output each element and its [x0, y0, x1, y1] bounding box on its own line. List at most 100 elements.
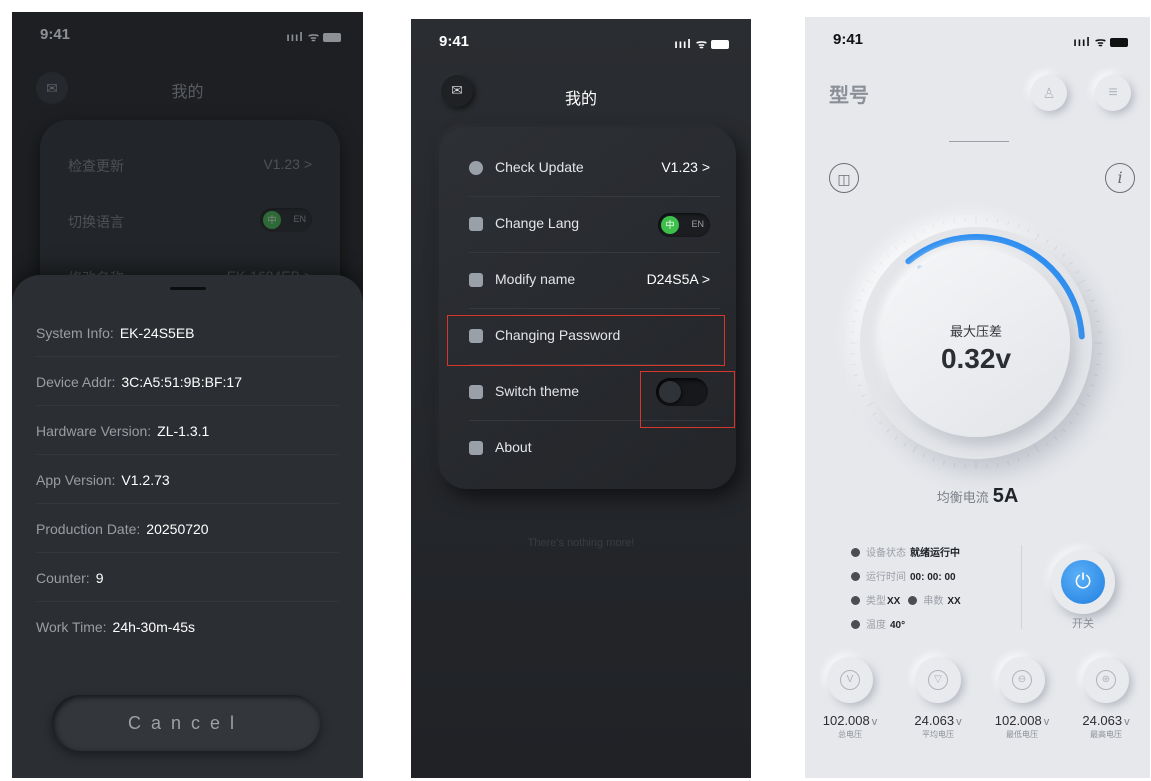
status-bar: 9:41 ıııl ᯤ [40, 26, 341, 46]
dial-tick [1007, 460, 1010, 465]
language-toggle[interactable]: 中 EN [658, 213, 710, 237]
thermometer-icon [851, 620, 860, 629]
toggle-knob: 中 [661, 216, 679, 234]
info-row-counter: Counter: 9 [36, 554, 339, 602]
screen-settings: 9:41 ıııl ᯤ ✉ 我的 Check Update V1.23 > Ch… [411, 19, 751, 778]
dial-label: 最大压差 [949, 324, 1002, 339]
current-label: 均衡电流 [936, 490, 989, 505]
dial-face: 最大压差 0.32v [882, 249, 1070, 437]
dial-tick [996, 463, 999, 468]
update-icon [469, 161, 483, 175]
edit-icon [469, 273, 483, 287]
dial-tick [851, 320, 856, 323]
dial-tick [953, 463, 956, 468]
signal-wifi-battery-icon: ıııl ᯤ [1073, 33, 1128, 50]
document-icon [469, 441, 483, 455]
series-icon [908, 596, 918, 605]
voltage-card-min[interactable]: ⊖ 102.008 v 最低电压 [983, 657, 1061, 740]
voltage-card-average[interactable]: ▽ 24.063 v 平均电压 [899, 657, 977, 740]
user-icon[interactable]: ♙ [1031, 75, 1067, 111]
info-row-app-version: App Version: V1.2.73 [36, 456, 339, 504]
settings-row-change-lang[interactable]: Change Lang 中 EN [469, 197, 720, 253]
pressure-dial: 最大压差 0.32v [860, 227, 1092, 459]
voltage-icon: V [840, 670, 860, 690]
status-bar: 9:41 ıııl ᯤ [439, 33, 729, 53]
dial-tick [854, 374, 859, 377]
status-row-type: 类型XX 串数 XX [851, 592, 961, 608]
screen-dashboard: 9:41 ıııl ᯤ 型号 ♙ ≡ ◫ i 最大压差 0.32v 均衡电流 5A… [805, 17, 1150, 778]
theme-icon [469, 385, 483, 399]
info-row-hardware: Hardware Version: ZL-1.3.1 [36, 407, 339, 455]
max-voltage-icon: ⊕ [1096, 670, 1116, 690]
list-end-text: There's nothing more! [527, 537, 635, 549]
dial-tick [854, 309, 859, 312]
min-voltage-icon: ⊖ [1012, 670, 1032, 690]
row-label: Change Lang [495, 215, 580, 231]
status-time: 9:41 [40, 26, 71, 43]
dial-tick [942, 460, 945, 465]
dial-tick [1007, 221, 1010, 226]
status-row-device: 设备状态 就绪运行中 [851, 544, 960, 560]
type-icon [851, 596, 860, 605]
info-icon[interactable]: i [1105, 163, 1135, 193]
row-label: 检查更新 [68, 158, 124, 174]
row-value: V1.23 > [263, 156, 312, 172]
power-icon: ⏻ [1061, 560, 1105, 604]
status-time: 9:41 [439, 33, 470, 50]
dial-value: 0.32v [940, 343, 1012, 374]
status-time: 9:41 [833, 31, 864, 48]
settings-row-check-update[interactable]: 检查更新 V1.23 > [68, 156, 312, 180]
device-icon [851, 548, 860, 557]
menu-icon[interactable]: ≡ [1095, 75, 1131, 111]
dial-tick [851, 363, 856, 366]
dial-tick [1093, 374, 1098, 377]
status-row-temperature: 温度 40° [851, 616, 905, 632]
voltage-card-total[interactable]: V 102.008 v 总电压 [811, 657, 889, 740]
row-label: Modify name [495, 271, 576, 287]
book-icon[interactable]: ◫ [829, 163, 859, 193]
row-label: Check Update [495, 159, 584, 175]
signal-wifi-battery-icon: ıııl ᯤ [674, 35, 729, 52]
status-row-runtime: 运行时间 00: 00: 00 [851, 568, 956, 584]
settings-row-modify-name[interactable]: Modify name D24S5A > [469, 253, 720, 309]
settings-row-check-update[interactable]: Check Update V1.23 > [469, 141, 720, 197]
language-toggle[interactable]: 中 EN [260, 208, 312, 232]
row-label: Switch theme [495, 383, 580, 399]
row-value: D24S5A > [646, 271, 710, 287]
sheet-handle[interactable] [170, 287, 206, 290]
row-label: 切换语言 [68, 214, 124, 230]
cancel-button[interactable]: Cancel [52, 695, 320, 751]
dial-tick [1096, 320, 1101, 323]
highlight-box-theme-toggle [640, 371, 735, 428]
dial-tick [953, 218, 956, 223]
status-bar: 9:41 ıııl ᯤ [833, 31, 1128, 51]
power-button[interactable]: ⏻ [1051, 550, 1115, 614]
average-icon: ▽ [928, 670, 948, 690]
highlight-box-password [447, 315, 725, 366]
page-title: 我的 [171, 84, 204, 101]
settings-row-about[interactable]: About [469, 421, 720, 477]
row-label: About [495, 439, 532, 455]
dial-tick [1096, 363, 1101, 366]
signal-wifi-battery-icon: ıııl ᯤ [286, 28, 341, 45]
info-row-work-time: Work Time: 24h-30m-45s [36, 619, 196, 635]
divider [1021, 545, 1022, 629]
language-icon [469, 217, 483, 231]
page-title: 我的 [564, 91, 597, 108]
dial-tick [996, 218, 999, 223]
settings-card: Check Update V1.23 > Change Lang 中 EN Mo… [439, 127, 736, 489]
balance-current: 均衡电流 5A [805, 485, 1150, 508]
info-row-production-date: Production Date: 20250720 [36, 505, 339, 553]
dial-tick [1093, 309, 1098, 312]
row-value: V1.23 > [661, 159, 710, 175]
page-indicator [949, 141, 1009, 142]
clock-icon [851, 572, 860, 581]
current-value: 5A [992, 485, 1019, 507]
settings-row-change-lang[interactable]: 切换语言 中 EN [68, 208, 312, 236]
voltage-card-max[interactable]: ⊕ 24.063 v 最高电压 [1067, 657, 1145, 740]
info-row-device-addr: Device Addr: 3C:A5:51:9B:BF:17 [36, 358, 339, 406]
screen-system-info: 9:41 ıııl ᯤ ✉ 我的 检查更新 V1.23 > 切换语言 中 EN … [12, 12, 363, 778]
info-row-system: System Info: EK-24S5EB [36, 309, 339, 357]
toggle-knob: 中 [263, 211, 281, 229]
dial-tick [942, 221, 945, 226]
